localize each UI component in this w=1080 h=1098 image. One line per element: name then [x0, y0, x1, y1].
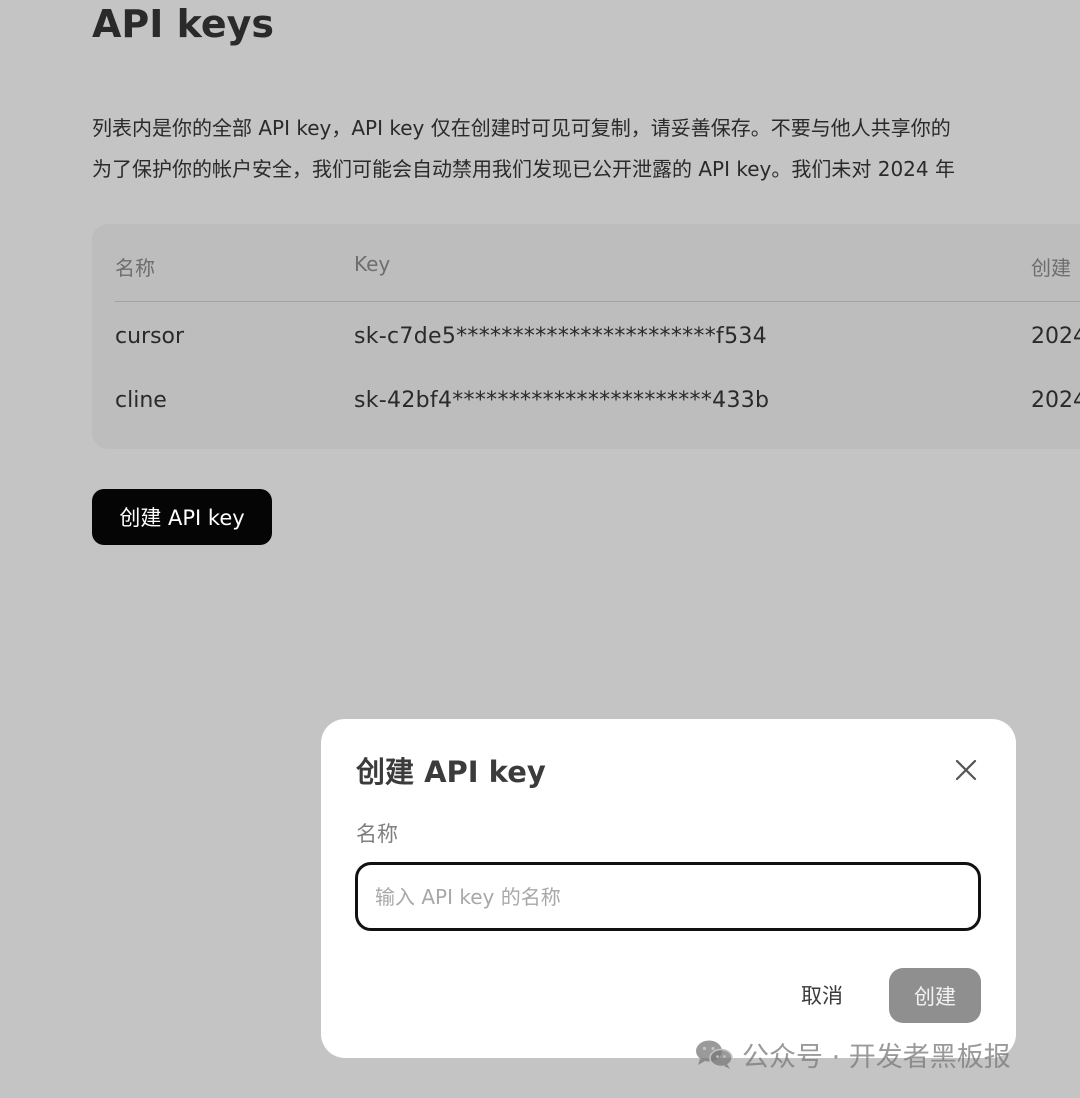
page-title: API keys [92, 2, 275, 46]
api-key-name-input[interactable] [355, 862, 981, 931]
table-row: cline sk-42bf4***********************433… [92, 388, 1080, 428]
table-header-divider [115, 301, 1080, 302]
created-date-cell: 2024 [1031, 388, 1080, 413]
created-date-cell: 2024 [1031, 324, 1080, 349]
watermark: 公众号 · 开发者黑板报 [694, 1032, 1011, 1076]
create-submit-button[interactable]: 创建 [889, 968, 981, 1023]
wechat-icon [696, 1040, 733, 1069]
dialog-title: 创建 API key [356, 755, 546, 789]
create-api-key-dialog: 创建 API key 名称 取消 创建 [321, 719, 1016, 1058]
close-icon[interactable] [948, 752, 984, 788]
create-api-key-button[interactable]: 创建 API key [92, 489, 272, 545]
column-header-created: 创建 [1031, 256, 1071, 280]
name-field-label: 名称 [356, 822, 398, 846]
description-line-1: 列表内是你的全部 API key，API key 仅在创建时可见可复制，请妥善保… [92, 116, 951, 140]
column-header-key: Key [354, 252, 391, 276]
watermark-text: 公众号 · 开发者黑板报 [742, 1041, 1011, 1073]
key-name-cell: cline [115, 388, 167, 413]
key-value-cell: sk-42bf4***********************433b [354, 388, 770, 413]
column-header-name: 名称 [115, 256, 155, 280]
description-line-2: 为了保护你的帐户安全，我们可能会自动禁用我们发现已公开泄露的 API key。我… [92, 157, 955, 181]
key-value-cell: sk-c7de5***********************f534 [354, 324, 767, 349]
key-name-cell: cursor [115, 324, 185, 349]
cancel-button[interactable]: 取消 [782, 967, 862, 1023]
table-row: cursor sk-c7de5***********************f5… [92, 324, 1080, 364]
api-keys-table: 名称 Key 创建 cursor sk-c7de5***************… [92, 224, 1080, 449]
api-keys-page: API keys 列表内是你的全部 API key，API key 仅在创建时可… [0, 0, 1080, 1098]
